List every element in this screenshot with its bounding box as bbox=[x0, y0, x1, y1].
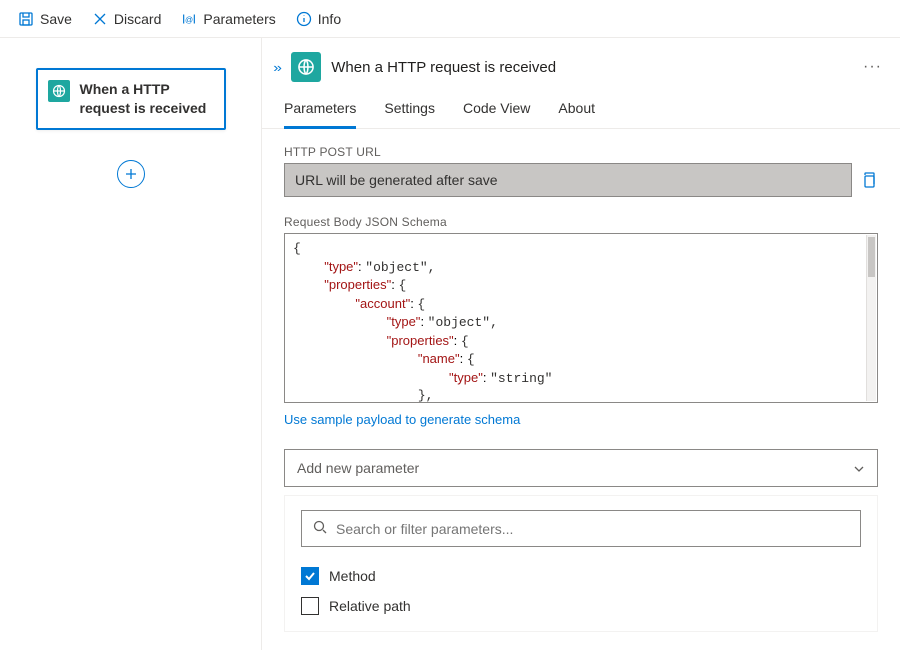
discard-label: Discard bbox=[114, 11, 161, 27]
info-label: Info bbox=[318, 11, 341, 27]
tab-parameters[interactable]: Parameters bbox=[284, 100, 356, 129]
copy-url-button[interactable] bbox=[860, 171, 878, 189]
collapse-icon[interactable]: » bbox=[273, 60, 282, 75]
schema-textarea[interactable]: { "type": "object", "properties": { "acc… bbox=[284, 233, 878, 403]
schema-label: Request Body JSON Schema bbox=[284, 215, 878, 229]
parameter-search[interactable] bbox=[301, 510, 861, 547]
method-checkbox[interactable] bbox=[301, 567, 319, 585]
chevron-down-icon bbox=[853, 462, 865, 474]
save-button[interactable]: Save bbox=[8, 7, 82, 31]
parameter-options-panel: Method Relative path bbox=[284, 495, 878, 632]
info-icon bbox=[296, 11, 312, 27]
parameters-button[interactable]: @ Parameters bbox=[171, 7, 285, 31]
panel-title: When a HTTP request is received bbox=[331, 59, 853, 76]
tab-about[interactable]: About bbox=[558, 100, 595, 128]
http-post-url-field: URL will be generated after save bbox=[284, 163, 852, 197]
discard-button[interactable]: Discard bbox=[82, 7, 171, 31]
details-panel: » When a HTTP request is received ··· Pa… bbox=[262, 38, 900, 650]
panel-header-icon bbox=[291, 52, 321, 82]
relative-path-checkbox[interactable] bbox=[301, 597, 319, 615]
designer-canvas: When a HTTP request is received bbox=[0, 38, 262, 650]
more-menu-button[interactable]: ··· bbox=[863, 58, 882, 76]
http-post-url-label: HTTP POST URL bbox=[284, 145, 878, 159]
add-step-button[interactable] bbox=[117, 160, 145, 188]
search-icon bbox=[312, 519, 328, 538]
option-method[interactable]: Method bbox=[301, 561, 861, 591]
svg-text:@: @ bbox=[185, 15, 193, 24]
sample-payload-link[interactable]: Use sample payload to generate schema bbox=[284, 412, 520, 427]
tab-code-view[interactable]: Code View bbox=[463, 100, 530, 128]
method-label: Method bbox=[329, 568, 376, 584]
discard-icon bbox=[92, 11, 108, 27]
parameters-label: Parameters bbox=[203, 11, 275, 27]
add-parameter-label: Add new parameter bbox=[297, 460, 419, 476]
panel-header: » When a HTTP request is received ··· bbox=[262, 38, 900, 86]
parameters-icon: @ bbox=[181, 11, 197, 27]
trigger-card[interactable]: When a HTTP request is received bbox=[36, 68, 226, 130]
scrollbar[interactable] bbox=[866, 235, 876, 401]
tab-settings[interactable]: Settings bbox=[384, 100, 435, 128]
parameter-search-input[interactable] bbox=[336, 521, 850, 537]
save-icon bbox=[18, 11, 34, 27]
trigger-card-title: When a HTTP request is received bbox=[80, 80, 214, 118]
panel-tabs: Parameters Settings Code View About bbox=[262, 86, 900, 129]
relative-path-label: Relative path bbox=[329, 598, 411, 614]
http-trigger-icon bbox=[48, 80, 70, 102]
info-button[interactable]: Info bbox=[286, 7, 351, 31]
option-relative-path[interactable]: Relative path bbox=[301, 591, 861, 621]
save-label: Save bbox=[40, 11, 72, 27]
add-parameter-dropdown[interactable]: Add new parameter bbox=[284, 449, 878, 487]
toolbar: Save Discard @ Parameters Info bbox=[0, 0, 900, 38]
